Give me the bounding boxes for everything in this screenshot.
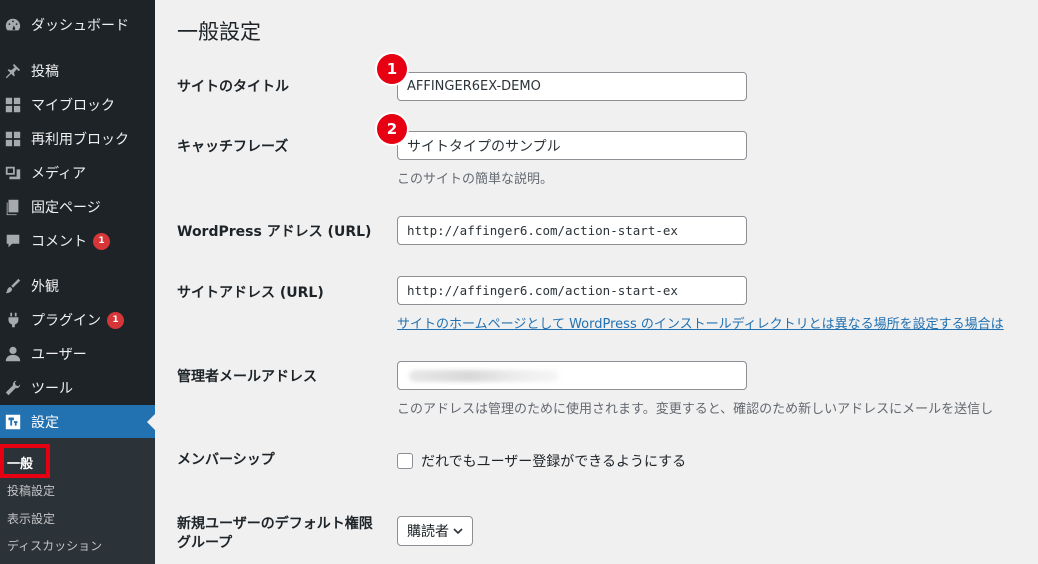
sidebar-item-label: プラグイン [31,313,101,329]
tagline-label: キャッチフレーズ [177,139,289,155]
sidebar-item-posts[interactable]: 投稿 [0,54,155,88]
admin-sidebar: ダッシュボード 投稿 マイブロック 再利用ブロック メディア 固定ページ コメン… [0,0,155,564]
sidebar-item-label: メディア [31,166,87,182]
dashboard-icon [4,16,22,34]
site-address-label: サイトアドレス (URL) [177,285,324,301]
sidebar-item-dashboard[interactable]: ダッシュボード [0,8,155,42]
sidebar-item-settings[interactable]: 設定 [0,405,155,439]
sidebar-item-label: マイブロック [31,98,115,114]
sidebar-item-label: 再利用ブロック [31,132,129,148]
pin-icon [4,62,22,80]
sidebar-item-label: 外観 [31,279,59,295]
default-role-select[interactable]: 購読者 [397,516,473,546]
user-icon [4,345,22,363]
sidebar-item-comments[interactable]: コメント 1 [0,224,155,258]
active-menu-arrow [147,414,155,430]
membership-checkbox-label[interactable]: だれでもユーザー登録ができるようにする [421,451,686,471]
submenu-item-discussion[interactable]: ディスカッション [7,537,102,554]
wp-address-input[interactable]: http://affinger6.com/action-start-ex [397,216,747,245]
wrench-icon [4,379,22,397]
page-title: 一般設定 [177,20,261,44]
sidebar-item-label: 固定ページ [31,200,101,216]
site-title-label: サイトのタイトル [177,79,289,95]
tagline-input[interactable]: サイトタイプのサンプル [397,131,747,160]
admin-email-label: 管理者メールアドレス [177,369,317,385]
plugin-icon [4,311,22,329]
membership-checkbox[interactable] [397,453,413,469]
comment-count-badge: 1 [93,232,110,250]
tagline-description: このサイトの簡単な説明。 [397,172,554,187]
submenu-item-reading[interactable]: 表示設定 [7,510,55,527]
site-address-input[interactable]: http://affinger6.com/action-start-ex [397,276,747,305]
media-icon [4,164,22,182]
sidebar-item-appearance[interactable]: 外観 [0,269,155,303]
submenu-item-writing[interactable]: 投稿設定 [7,482,55,499]
default-role-label-line1: 新規ユーザーのデフォルト権限 [177,516,373,532]
sidebar-item-my-blocks[interactable]: マイブロック [0,88,155,122]
chevron-down-icon [453,528,463,535]
annotation-marker-2: 2 [377,114,407,144]
sidebar-item-pages[interactable]: 固定ページ [0,190,155,224]
grid-icon [4,96,22,114]
admin-email-input[interactable] [397,361,747,390]
sidebar-item-tools[interactable]: ツール [0,371,155,405]
sidebar-item-label: 投稿 [31,64,59,80]
membership-label: メンバーシップ [177,452,275,468]
page-icon [4,198,22,216]
site-address-help-link[interactable]: サイトのホームページとして WordPress のインストールディレクトリとは異… [397,313,1004,332]
sidebar-item-plugins[interactable]: プラグイン 1 [0,303,155,337]
site-title-input[interactable]: AFFINGER6EX-DEMO [397,72,747,101]
sidebar-item-reusable-blocks[interactable]: 再利用ブロック [0,122,155,156]
sidebar-item-label: コメント [31,234,87,250]
admin-email-description: このアドレスは管理のために使用されます。変更すると、確認のため新しいアドレスにメ… [397,402,994,417]
wp-address-label: WordPress アドレス (URL) [177,224,372,240]
redacted-email [409,369,559,382]
highlight-annotation-box [0,444,50,478]
sidebar-item-users[interactable]: ユーザー [0,337,155,371]
brush-icon [4,277,22,295]
sidebar-item-label: ダッシュボード [31,18,129,34]
default-role-label-line2: グループ [177,535,233,551]
settings-icon [4,413,22,431]
sidebar-item-label: ユーザー [31,347,87,363]
comment-icon [4,232,22,250]
sidebar-item-media[interactable]: メディア [0,156,155,190]
sidebar-item-label: ツール [31,381,73,397]
default-role-value: 購読者 [407,524,449,540]
plugin-update-badge: 1 [107,311,124,329]
sidebar-item-label: 設定 [31,415,59,431]
grid-icon [4,130,22,148]
annotation-marker-1: 1 [377,54,407,84]
